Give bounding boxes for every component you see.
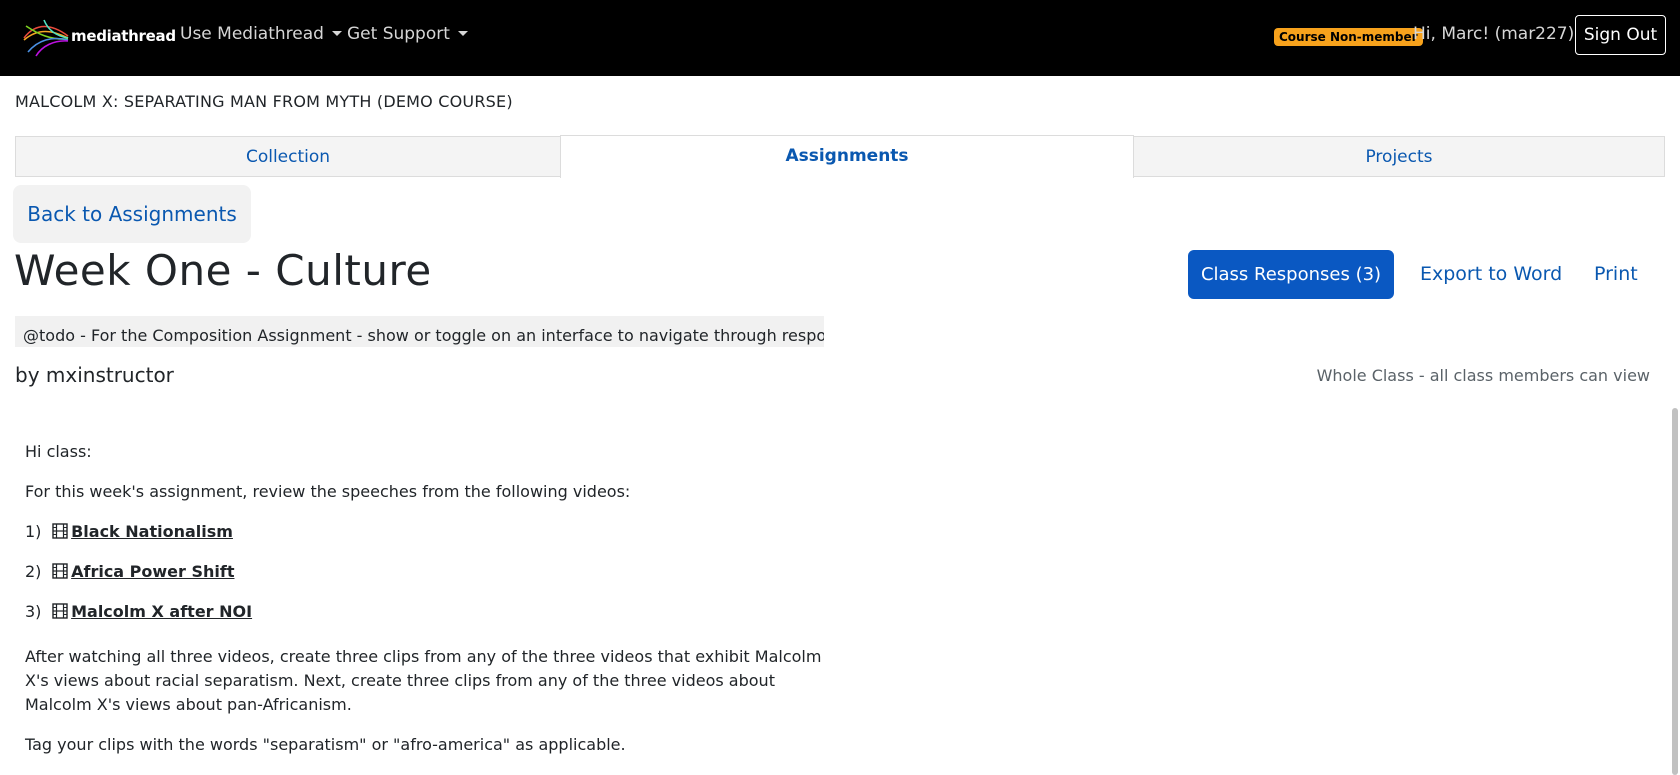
item-number: 3) xyxy=(25,602,42,621)
tab-collection[interactable]: Collection xyxy=(15,136,561,177)
class-responses-button[interactable]: Class Responses (3) xyxy=(1188,250,1394,299)
mediathread-logo[interactable]: mediathread xyxy=(22,18,176,58)
print-button[interactable]: Print xyxy=(1594,250,1638,299)
user-menu[interactable]: Hi, Marc! (mar227) xyxy=(1413,24,1593,44)
chevron-down-icon xyxy=(457,31,468,36)
film-icon xyxy=(52,563,68,579)
brand-name: mediathread xyxy=(71,27,176,45)
film-icon xyxy=(52,603,68,619)
list-item: 1) Black Nationalism xyxy=(25,520,233,544)
tagging-text: Tag your clips with the words "separatis… xyxy=(25,735,626,754)
course-title: MALCOLM X: SEPARATING MAN FROM MYTH (DEM… xyxy=(15,92,513,111)
todo-note: @todo - For the Composition Assignment -… xyxy=(15,316,824,347)
back-to-assignments-button[interactable]: Back to Assignments xyxy=(13,185,251,243)
page-title: Week One - Culture xyxy=(14,246,432,295)
tab-projects[interactable]: Projects xyxy=(1133,136,1665,177)
sign-out-button[interactable]: Sign Out xyxy=(1575,15,1666,55)
video-link-malcolm-x-after-noi[interactable]: Malcolm X after NOI xyxy=(71,602,252,621)
tab-assignments[interactable]: Assignments xyxy=(560,135,1134,178)
video-link-africa-power-shift[interactable]: Africa Power Shift xyxy=(71,562,234,581)
role-badge: Course Non-member xyxy=(1274,28,1423,46)
list-item: 3) Malcolm X after NOI xyxy=(25,600,252,624)
scrollbar-thumb[interactable] xyxy=(1672,408,1678,775)
mediathread-logo-icon xyxy=(23,19,69,57)
video-link-black-nationalism[interactable]: Black Nationalism xyxy=(71,522,233,541)
user-greeting: Hi, Marc! (mar227) xyxy=(1413,24,1575,44)
export-to-word-button[interactable]: Export to Word xyxy=(1420,250,1562,299)
chevron-down-icon xyxy=(331,31,342,36)
get-support-menu[interactable]: Get Support xyxy=(347,24,468,44)
use-mediathread-label: Use Mediathread xyxy=(180,24,324,44)
intro-text: For this week's assignment, review the s… xyxy=(25,482,631,501)
top-navbar: mediathread Use Mediathread Get Support … xyxy=(0,0,1680,76)
use-mediathread-menu[interactable]: Use Mediathread xyxy=(180,24,342,44)
item-number: 2) xyxy=(25,562,42,581)
get-support-label: Get Support xyxy=(347,24,450,44)
film-icon xyxy=(52,523,68,539)
greeting-text: Hi class: xyxy=(25,442,92,461)
item-number: 1) xyxy=(25,522,42,541)
visibility-status: Whole Class - all class members can view xyxy=(1316,366,1650,385)
instructions-text: After watching all three videos, create … xyxy=(25,647,822,714)
author-byline: by mxinstructor xyxy=(15,363,174,387)
list-item: 2) Africa Power Shift xyxy=(25,560,234,584)
